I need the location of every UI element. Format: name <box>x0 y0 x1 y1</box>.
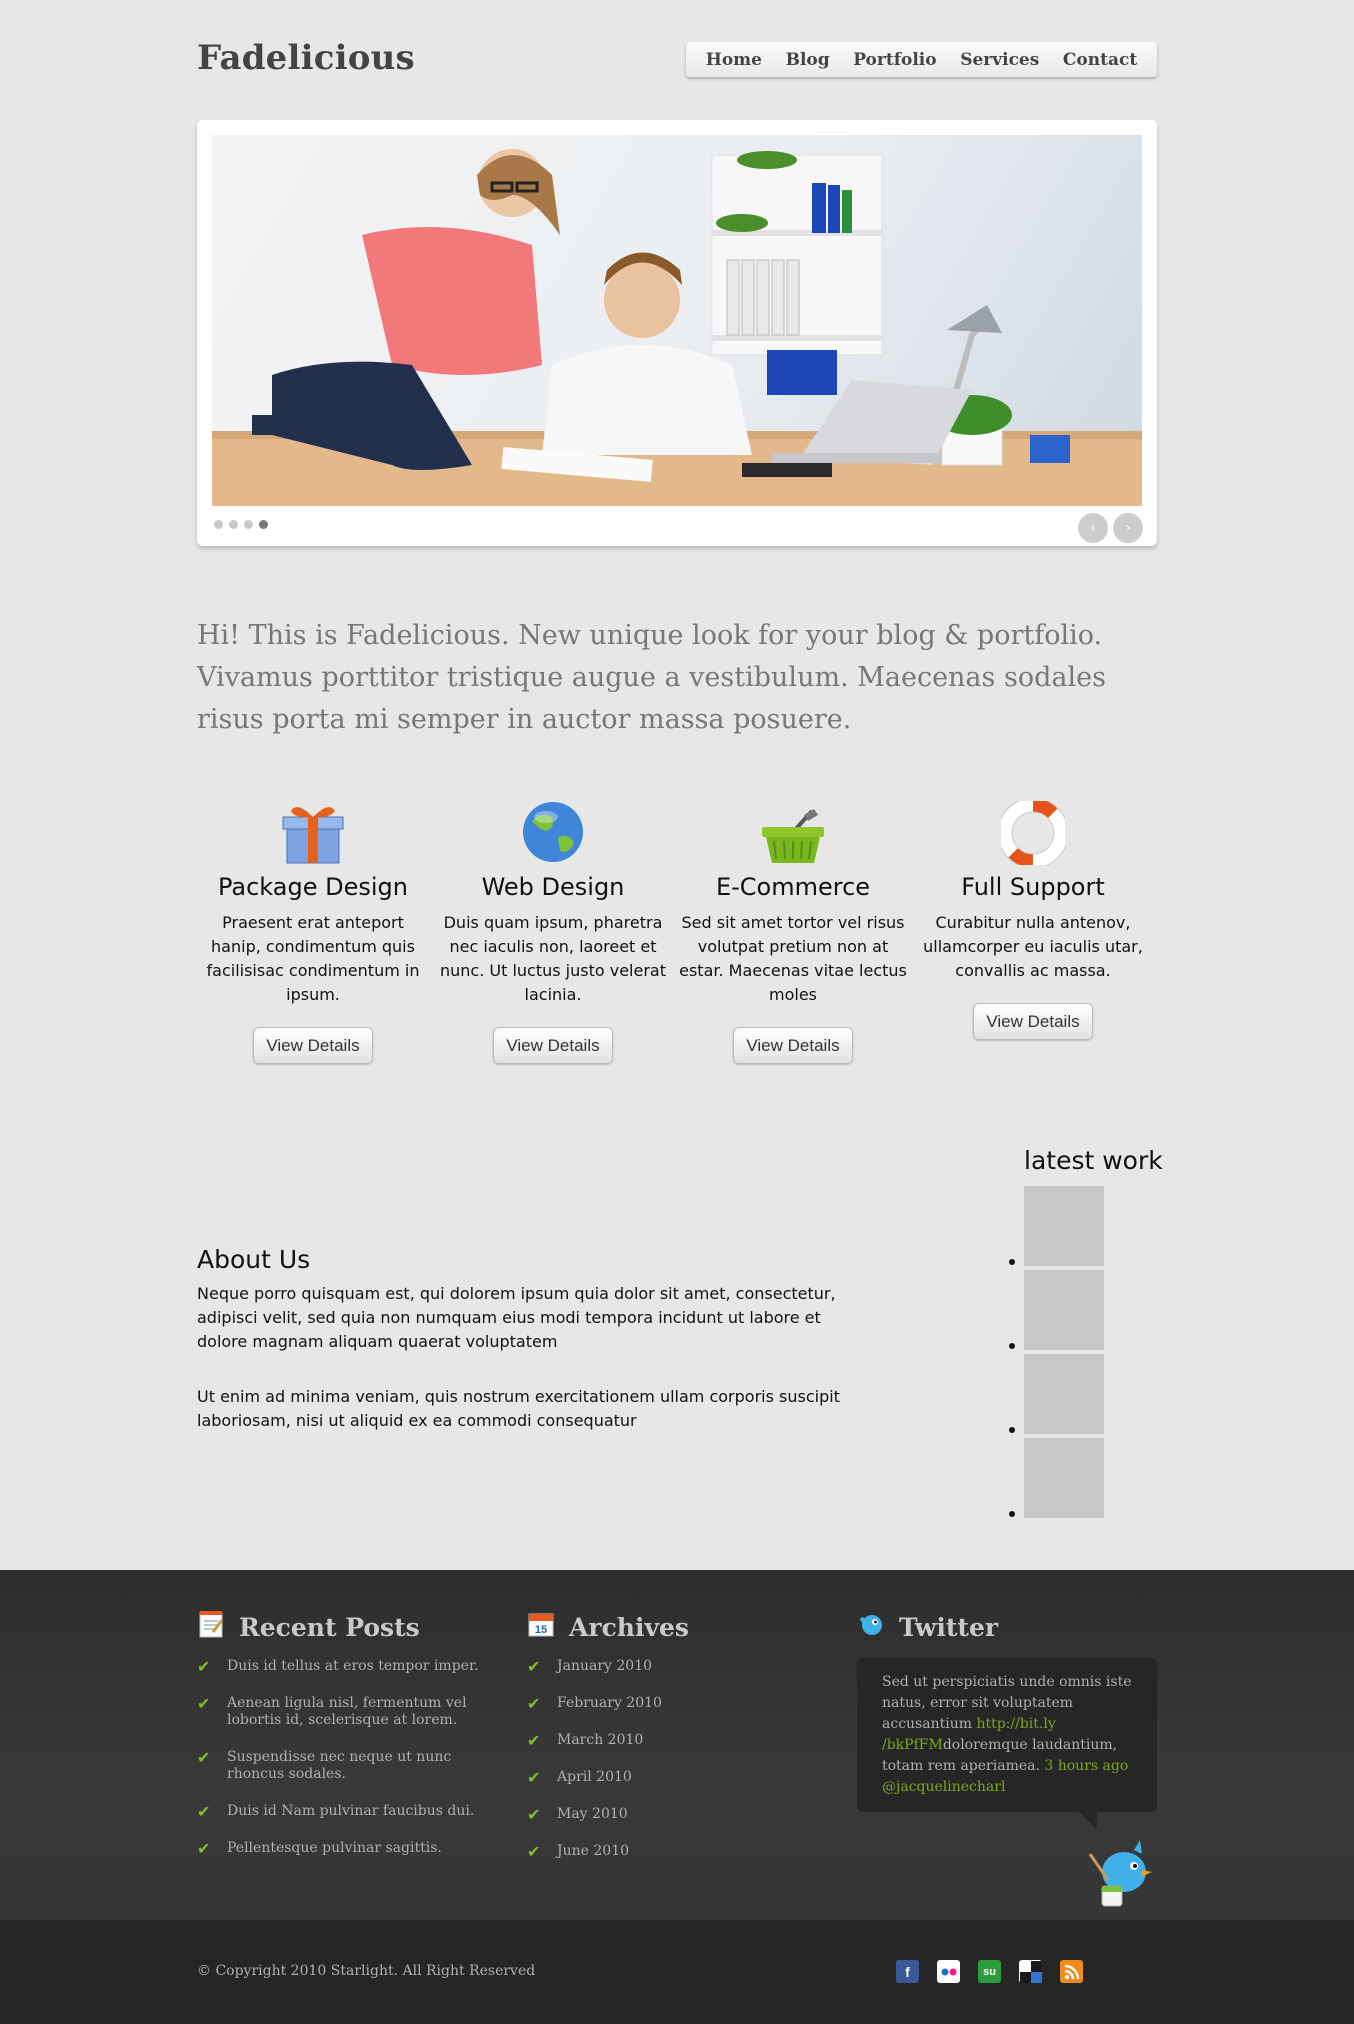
delicious-icon[interactable] <box>1019 1960 1042 1983</box>
recent-post-link[interactable]: Duis id tellus at eros tempor imper. <box>197 1658 497 1675</box>
service-web-design: Web Design Duis quam ipsum, pharetra nec… <box>437 795 669 1064</box>
recent-posts-list: Duis id tellus at eros tempor imper. Aen… <box>197 1658 497 1857</box>
archive-link[interactable]: May 2010 <box>527 1806 807 1823</box>
archives-list: January 2010 February 2010 March 2010 Ap… <box>527 1658 807 1860</box>
about-section: About Us Neque porro quisquam est, qui d… <box>197 1245 857 1433</box>
twitter-title: Twitter <box>899 1612 999 1642</box>
recent-posts-title: Recent Posts <box>239 1612 420 1642</box>
flickr-icon[interactable] <box>937 1960 960 1983</box>
site-logo[interactable]: Fadelicious <box>197 38 415 78</box>
tweet-bubble: Sed ut perspiciatis unde omnis iste natu… <box>857 1658 1157 1830</box>
view-details-button[interactable]: View Details <box>973 1003 1093 1040</box>
notepad-icon <box>197 1610 225 1644</box>
basket-icon <box>677 795 909 865</box>
copyright-text: © Copyright 2010 Starlight. All Right Re… <box>197 1963 536 1979</box>
calendar-day: 15 <box>535 1624 547 1636</box>
slider-dot[interactable] <box>229 520 238 529</box>
tweet-time[interactable]: 3 hours ago <box>1044 1758 1128 1774</box>
about-title: About Us <box>197 1245 311 1274</box>
slider-prev-button[interactable]: ‹ <box>1078 513 1108 543</box>
nav-blog[interactable]: Blog <box>786 50 830 70</box>
service-title: E-Commerce <box>715 873 871 901</box>
slide-image <box>212 135 1142 506</box>
archives-widget: 15 Archives January 2010 February 2010 M… <box>527 1610 807 1880</box>
service-title: Package Design <box>218 873 408 901</box>
nav-contact[interactable]: Contact <box>1063 50 1137 70</box>
twitter-mascot-icon <box>1082 1840 1154 1916</box>
recent-post-link[interactable]: Pellentesque pulvinar sagittis. <box>197 1840 497 1857</box>
latest-work-thumb[interactable] <box>1009 1354 1104 1434</box>
image-slider: ‹ › <box>197 120 1157 546</box>
rss-icon[interactable] <box>1060 1960 1083 1983</box>
lifebuoy-icon <box>917 795 1149 865</box>
facebook-icon[interactable]: f <box>896 1960 919 1983</box>
view-details-button[interactable]: View Details <box>733 1027 853 1064</box>
recent-post-link[interactable]: Aenean ligula nisl, fermentum vel lobort… <box>197 1695 497 1729</box>
service-package-design: Package Design Praesent erat anteport ha… <box>197 795 429 1064</box>
archive-link[interactable]: February 2010 <box>527 1695 807 1712</box>
calendar-icon: 15 <box>527 1610 555 1644</box>
gift-icon <box>197 795 429 865</box>
slider-dots <box>214 520 268 529</box>
social-links: f su <box>896 1960 1083 1983</box>
view-details-button[interactable]: View Details <box>493 1027 613 1064</box>
latest-work-thumb[interactable] <box>1009 1438 1104 1518</box>
footer: Recent Posts Duis id tellus at eros temp… <box>0 1570 1354 1920</box>
nav-portfolio[interactable]: Portfolio <box>853 50 936 70</box>
about-paragraph: Neque porro quisquam est, qui dolorem ip… <box>197 1284 836 1351</box>
latest-work-list <box>1009 1186 1104 1522</box>
twitter-bird-icon <box>857 1610 885 1644</box>
stumbleupon-icon[interactable]: su <box>978 1960 1001 1983</box>
bottom-bar: © Copyright 2010 Starlight. All Right Re… <box>0 1920 1354 2024</box>
slider-dot[interactable] <box>214 520 223 529</box>
about-paragraph: Ut enim ad minima veniam, quis nostrum e… <box>197 1387 840 1430</box>
archive-link[interactable]: March 2010 <box>527 1732 807 1749</box>
service-full-support: Full Support Curabitur nulla antenov, ul… <box>917 795 1149 1040</box>
latest-work-thumb[interactable] <box>1009 1270 1104 1350</box>
service-title: Full Support <box>961 873 1105 901</box>
tweet-handle[interactable]: @jacquelinecharl <box>882 1779 1005 1795</box>
slider-next-button[interactable]: › <box>1113 513 1143 543</box>
service-title: Web Design <box>481 873 625 901</box>
recent-post-link[interactable]: Duis id Nam pulvinar faucibus dui. <box>197 1803 497 1820</box>
slider-arrows: ‹ › <box>1078 513 1143 543</box>
slider-dot-active[interactable] <box>259 520 268 529</box>
intro-text: Hi! This is Fadelicious. New unique look… <box>197 620 1106 735</box>
archive-link[interactable]: June 2010 <box>527 1843 807 1860</box>
chevron-right-icon: › <box>1125 520 1131 536</box>
nav-home[interactable]: Home <box>706 50 762 70</box>
archive-link[interactable]: April 2010 <box>527 1769 807 1786</box>
recent-post-link[interactable]: Suspendisse nec neque ut nunc rhoncus so… <box>197 1749 497 1783</box>
view-details-button[interactable]: View Details <box>253 1027 373 1064</box>
globe-icon <box>437 795 669 865</box>
service-description: Sed sit amet tortor vel risus volutpat p… <box>679 913 907 1004</box>
main-nav: Home Blog Portfolio Services Contact <box>686 42 1157 77</box>
latest-work-thumb[interactable] <box>1009 1186 1104 1266</box>
service-description: Praesent erat anteport hanip, condimentu… <box>206 913 420 1004</box>
service-description: Curabitur nulla antenov, ullamcorper eu … <box>923 913 1143 980</box>
archive-link[interactable]: January 2010 <box>527 1658 807 1675</box>
service-description: Duis quam ipsum, pharetra nec iaculis no… <box>439 913 666 1004</box>
chevron-left-icon: ‹ <box>1090 520 1096 536</box>
recent-posts-widget: Recent Posts Duis id tellus at eros temp… <box>197 1610 497 1877</box>
service-e-commerce: E-Commerce Sed sit amet tortor vel risus… <box>677 795 909 1064</box>
archives-title: Archives <box>569 1612 689 1642</box>
nav-services[interactable]: Services <box>960 50 1039 70</box>
slider-dot[interactable] <box>244 520 253 529</box>
twitter-widget: Twitter Sed ut perspiciatis unde omnis i… <box>857 1610 1157 1907</box>
latest-work-title: latest work <box>1024 1146 1163 1175</box>
